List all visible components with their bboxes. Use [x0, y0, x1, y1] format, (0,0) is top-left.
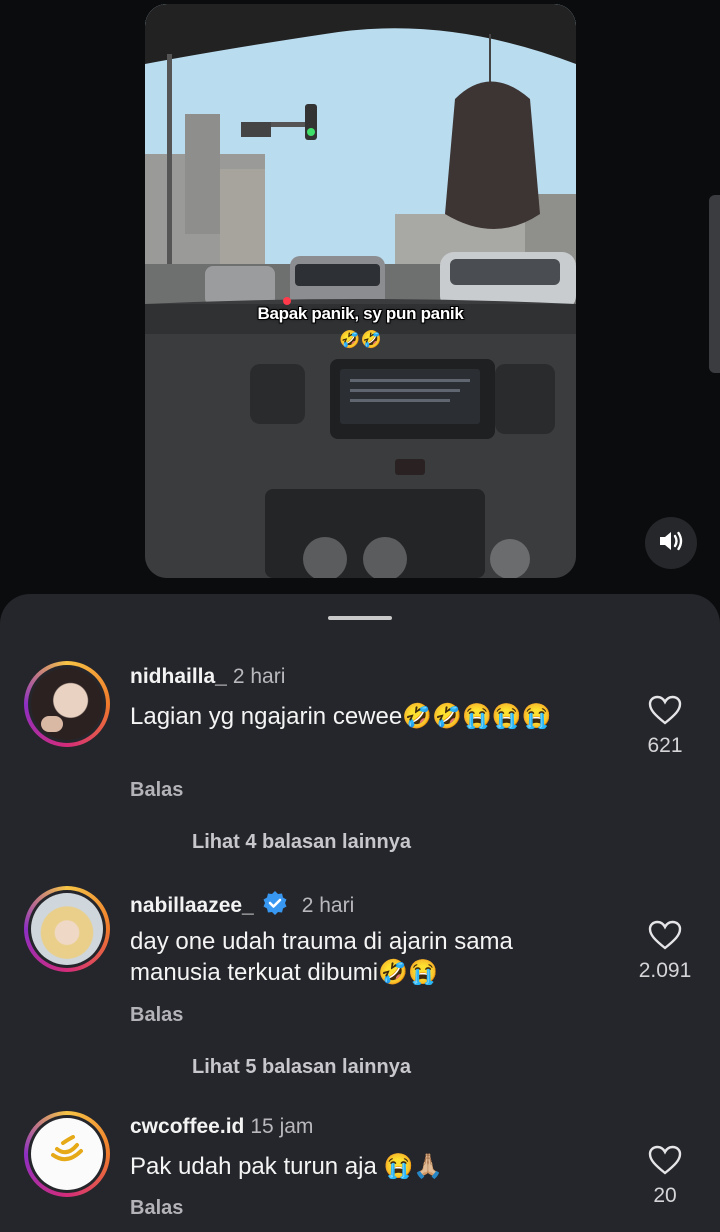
video-frame-illustration: [145, 4, 576, 578]
video-caption: Bapak panik, sy pun panik: [257, 304, 464, 323]
like-count: 2.091: [638, 959, 692, 982]
mute-button[interactable]: [645, 517, 697, 569]
comment-text: day one udah trauma di ajarin sama manus…: [130, 928, 513, 986]
speaker-icon: [658, 529, 684, 558]
avatar[interactable]: [24, 661, 110, 747]
username[interactable]: nidhailla_: [130, 665, 227, 688]
reply-button[interactable]: Balas: [130, 779, 183, 802]
like-count: 20: [653, 1184, 677, 1207]
avatar[interactable]: [24, 1111, 110, 1197]
like-button[interactable]: 621: [625, 695, 705, 758]
comments-sheet: nidhailla_ 2 hari Lagian yg ngajarin cewe…: [0, 594, 720, 1232]
like-button[interactable]: 2.091: [625, 920, 705, 983]
comment-time: 2 hari: [232, 665, 286, 688]
video-caption-emoji: 🤣🤣: [339, 330, 382, 349]
heart-icon: [648, 1145, 682, 1179]
reply-button[interactable]: Balas: [130, 1197, 183, 1220]
view-more-replies[interactable]: Lihat 5 balasan lainnya: [192, 1056, 411, 1079]
view-more-replies[interactable]: Lihat 4 balasan lainnya: [192, 831, 411, 854]
username[interactable]: cwcoffee.id: [130, 1115, 244, 1138]
username[interactable]: nabillaazee_: [130, 894, 254, 917]
comment-text: Pak udah pak turun aja 😭🙏🏼: [130, 1153, 444, 1180]
comment-text: Lagian yg ngajarin cewee🤣🤣😭😭😭: [130, 703, 552, 730]
video-player[interactable]: Bapak panik, sy pun panik 🤣🤣: [145, 4, 576, 578]
side-scroll-handle[interactable]: [709, 195, 720, 373]
like-button[interactable]: 20: [625, 1145, 705, 1208]
comment-time: 2 hari: [301, 894, 355, 917]
brand-logo-icon: [47, 1134, 87, 1174]
like-count: 621: [647, 734, 683, 757]
verified-badge-icon: [262, 890, 288, 922]
heart-icon: [648, 920, 682, 954]
reply-button[interactable]: Balas: [130, 1004, 183, 1027]
comment-time: 15 jam: [250, 1115, 314, 1138]
avatar[interactable]: [24, 886, 110, 972]
heart-icon: [648, 695, 682, 729]
sheet-drag-handle[interactable]: [328, 616, 392, 620]
